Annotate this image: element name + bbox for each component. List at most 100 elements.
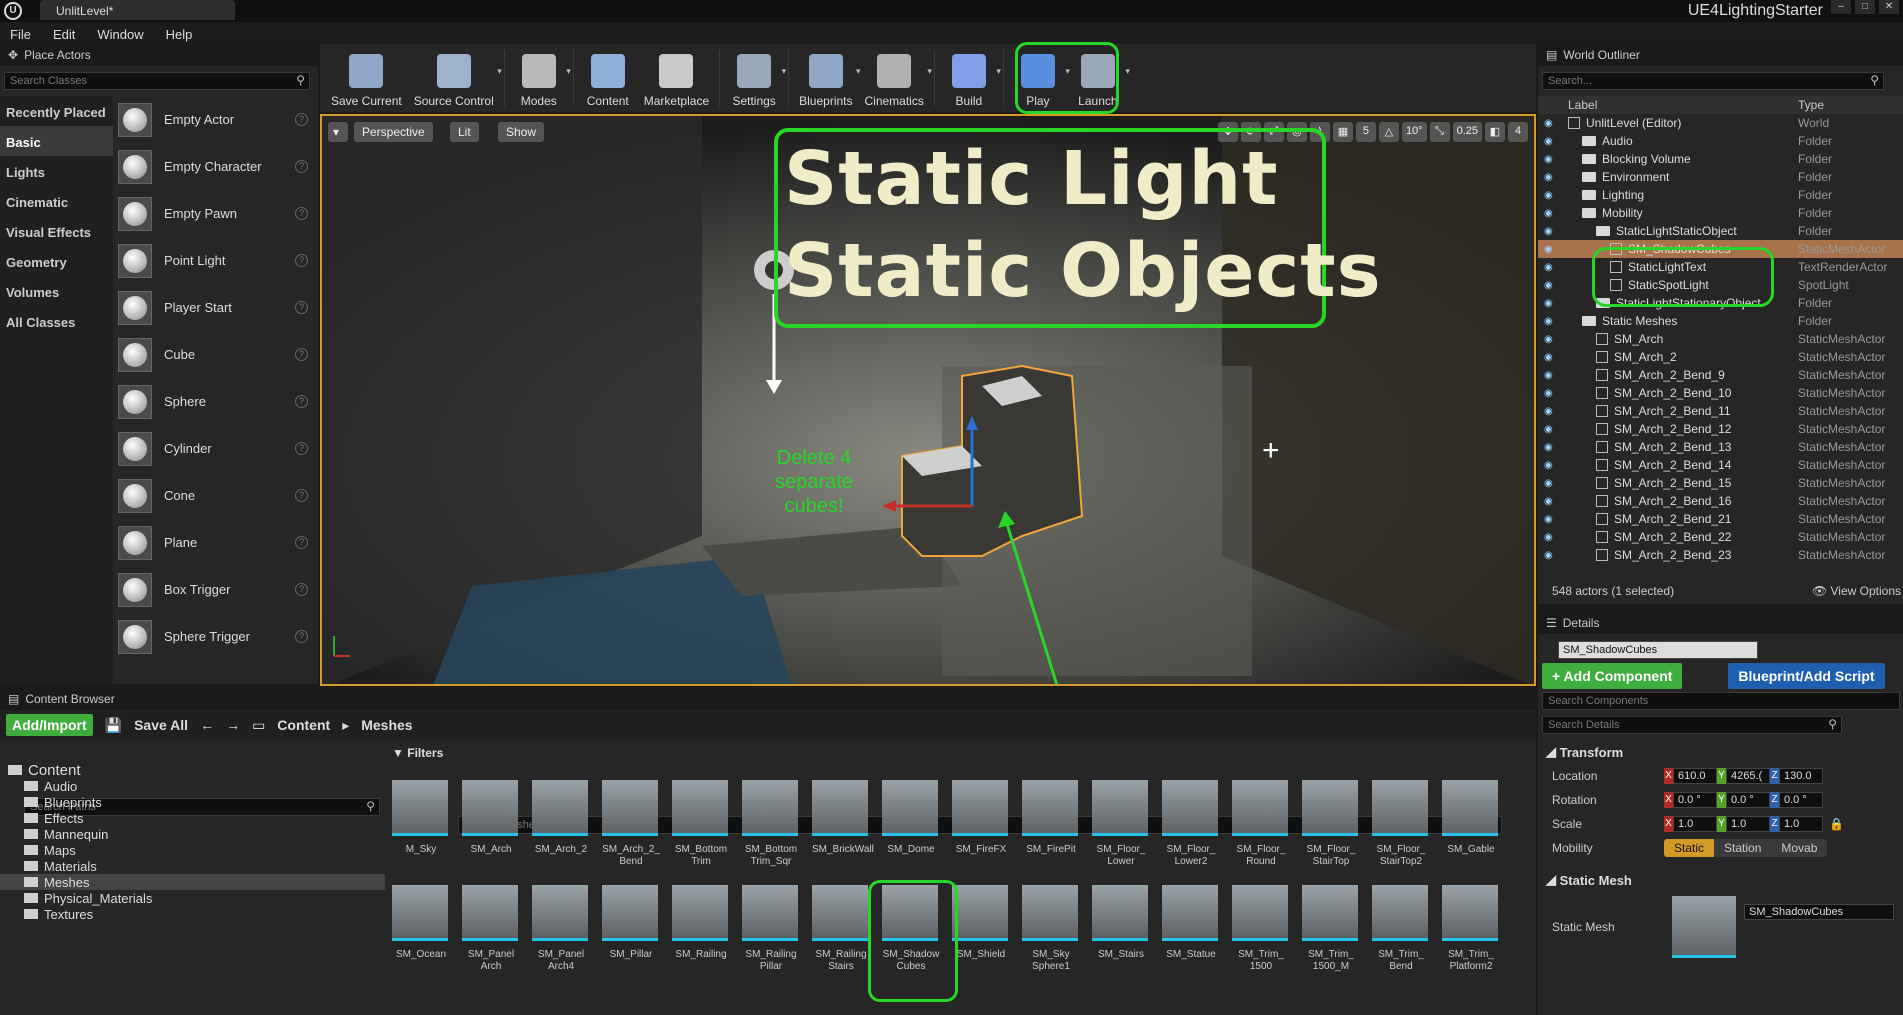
outliner-row[interactable]: ◉ Static Meshes Folder: [1538, 312, 1903, 330]
visibility-eye-icon[interactable]: ◉: [1544, 172, 1560, 183]
folder-physical-materials[interactable]: Physical_Materials: [0, 890, 385, 906]
viewport-options-button[interactable]: ▾: [328, 122, 348, 142]
menu-window[interactable]: Window: [97, 27, 143, 42]
path-meshes[interactable]: Meshes: [361, 717, 412, 733]
visibility-eye-icon[interactable]: ◉: [1544, 118, 1560, 129]
asset-tile[interactable]: SM_Pillar: [602, 885, 660, 961]
outliner-row[interactable]: ◉ SM_Arch_2_Bend_13 StaticMeshActor: [1538, 438, 1903, 456]
outliner-row[interactable]: ◉ SM_Arch_2_Bend_21 StaticMeshActor: [1538, 510, 1903, 528]
asset-tile[interactable]: SM_Panel Arch: [462, 885, 520, 973]
help-icon[interactable]: ?: [295, 254, 308, 267]
actor-point-light[interactable]: Point Light?: [118, 237, 318, 284]
asset-tile[interactable]: SM_Panel Arch4: [532, 885, 590, 973]
folder-maps[interactable]: Maps: [0, 842, 385, 858]
asset-tile[interactable]: SM_FireFX: [952, 780, 1010, 856]
static-mesh-section-header[interactable]: ◢ Static Mesh: [1538, 868, 1903, 892]
dropdown-arrow-icon[interactable]: ▾: [996, 66, 1001, 77]
dropdown-arrow-icon[interactable]: ▾: [497, 66, 502, 77]
outliner-row[interactable]: ◉ Environment Folder: [1538, 168, 1903, 186]
category-recently-placed[interactable]: Recently Placed: [0, 96, 113, 126]
modes-button[interactable]: Modes ▾: [509, 44, 571, 112]
visibility-eye-icon[interactable]: ◉: [1544, 226, 1560, 237]
outliner-search-input[interactable]: Search... ⚲: [1542, 72, 1884, 90]
folder-audio[interactable]: Audio: [0, 778, 385, 794]
mobility-static-button[interactable]: Static: [1664, 839, 1715, 857]
visibility-eye-icon[interactable]: ◉: [1544, 424, 1560, 435]
folder-materials[interactable]: Materials: [0, 858, 385, 874]
asset-tile[interactable]: SM_Bottom Trim: [672, 780, 730, 868]
outliner-row[interactable]: ◉ SM_Arch StaticMeshActor: [1538, 330, 1903, 348]
label-column-header[interactable]: Label: [1568, 98, 1798, 112]
outliner-row[interactable]: ◉ SM_Arch_2_Bend_16 StaticMeshActor: [1538, 492, 1903, 510]
details-tab[interactable]: ☰ Details: [1538, 612, 1903, 634]
help-icon[interactable]: ?: [295, 536, 308, 549]
asset-tile[interactable]: SM_Arch_2_ Bend: [602, 780, 660, 868]
marketplace-button[interactable]: Marketplace: [638, 44, 715, 112]
scale-z[interactable]: 1.0: [1779, 816, 1823, 832]
outliner-row[interactable]: ◉ SM_Arch_2_Bend_9 StaticMeshActor: [1538, 366, 1903, 384]
asset-tile[interactable]: SM_Floor_ StairTop2: [1372, 780, 1430, 868]
level-tab[interactable]: UnlitLevel*: [40, 0, 235, 20]
asset-tile[interactable]: SM_Floor_ Round: [1232, 780, 1290, 868]
actor-player-start[interactable]: Player Start?: [118, 284, 318, 331]
asset-tile[interactable]: SM_Floor_ Lower: [1092, 780, 1150, 868]
folder-content[interactable]: Content: [0, 762, 385, 779]
grid-snap-value[interactable]: 5: [1355, 122, 1376, 142]
outliner-row[interactable]: ◉ StaticLightStaticObject Folder: [1538, 222, 1903, 240]
help-icon[interactable]: ?: [295, 207, 308, 220]
asset-tile[interactable]: SM_Floor_ Lower2: [1162, 780, 1220, 868]
rotation-snap-icon[interactable]: △: [1378, 122, 1399, 142]
view-options-button[interactable]: 👁 View Options: [1812, 584, 1901, 598]
visibility-eye-icon[interactable]: ◉: [1544, 370, 1560, 381]
help-icon[interactable]: ?: [295, 442, 308, 455]
forward-arrow-icon[interactable]: →: [226, 717, 240, 733]
help-icon[interactable]: ?: [295, 160, 308, 173]
visibility-eye-icon[interactable]: ◉: [1544, 334, 1560, 345]
actor-cube[interactable]: Cube?: [118, 331, 318, 378]
folder-mannequin[interactable]: Mannequin: [0, 826, 385, 842]
search-components-input[interactable]: Search Components: [1542, 692, 1900, 710]
rotation-z[interactable]: 0.0 °: [1779, 792, 1823, 808]
perspective-button[interactable]: Perspective: [354, 122, 433, 142]
cinematics-button[interactable]: Cinematics ▾: [859, 44, 932, 112]
visibility-eye-icon[interactable]: ◉: [1544, 262, 1560, 273]
outliner-row[interactable]: ◉ Lighting Folder: [1538, 186, 1903, 204]
asset-tile[interactable]: SM_Sky Sphere1: [1022, 885, 1080, 973]
content-button[interactable]: Content: [578, 44, 638, 112]
asset-tile[interactable]: SM_Trim_ Platform2: [1442, 885, 1500, 973]
scale-y[interactable]: 1.0: [1726, 816, 1770, 832]
world-outliner-tab[interactable]: ▤ World Outliner: [1538, 44, 1903, 66]
rotation-snap-value[interactable]: 10°: [1401, 122, 1427, 142]
dropdown-arrow-icon[interactable]: ▾: [782, 66, 787, 77]
search-classes-input[interactable]: Search Classes ⚲: [4, 72, 310, 90]
outliner-row[interactable]: ◉ UnlitLevel (Editor) World: [1538, 114, 1903, 132]
actor-cone[interactable]: Cone?: [118, 472, 318, 519]
outliner-row[interactable]: ◉ SM_Arch_2_Bend_14 StaticMeshActor: [1538, 456, 1903, 474]
asset-tile[interactable]: SM_Gable: [1442, 780, 1500, 856]
visibility-eye-icon[interactable]: ◉: [1544, 154, 1560, 165]
help-icon[interactable]: ?: [295, 113, 308, 126]
location-z[interactable]: 130.0: [1779, 768, 1823, 784]
actor-sphere-trigger[interactable]: Sphere Trigger?: [118, 613, 318, 660]
asset-tile[interactable]: SM_Ocean: [392, 885, 450, 961]
dropdown-arrow-icon[interactable]: ▾: [566, 66, 571, 77]
outliner-row[interactable]: ◉ SM_Arch_2_Bend_12 StaticMeshActor: [1538, 420, 1903, 438]
add-component-button[interactable]: + Add Component: [1542, 663, 1683, 689]
blueprints-button[interactable]: Blueprints ▾: [793, 44, 861, 112]
rotation-x[interactable]: 0.0 °: [1673, 792, 1717, 808]
category-volumes[interactable]: Volumes: [0, 276, 113, 306]
minimize-icon[interactable]: –: [1831, 0, 1851, 14]
asset-tile[interactable]: SM_Trim_ Bend: [1372, 885, 1430, 973]
outliner-row[interactable]: ◉ SM_Arch_2_Bend_23 StaticMeshActor: [1538, 546, 1903, 564]
visibility-eye-icon[interactable]: ◉: [1544, 496, 1560, 507]
help-icon[interactable]: ?: [295, 583, 308, 596]
asset-tile[interactable]: SM_Railing Stairs: [812, 885, 870, 973]
actor-empty-pawn[interactable]: Empty Pawn?: [118, 190, 318, 237]
scale-snap-icon[interactable]: ⤡: [1429, 122, 1450, 142]
show-button[interactable]: Show: [498, 122, 545, 142]
actor-empty-actor[interactable]: Empty Actor?: [118, 96, 318, 143]
rotation-y[interactable]: 0.0 °: [1726, 792, 1770, 808]
category-all-classes[interactable]: All Classes: [0, 306, 113, 336]
help-icon[interactable]: ?: [295, 489, 308, 502]
visibility-eye-icon[interactable]: ◉: [1544, 532, 1560, 543]
